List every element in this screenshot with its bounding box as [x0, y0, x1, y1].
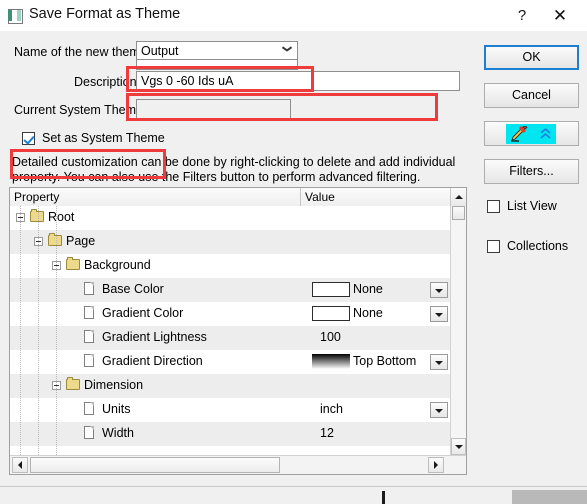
property-value: 12 [320, 426, 334, 440]
tree-guide-line [20, 206, 22, 455]
property-name: Gradient Lightness [102, 330, 207, 344]
theme-name-dropdown-panel [136, 60, 298, 70]
theme-app-icon [8, 9, 23, 24]
chevron-down-icon [435, 409, 443, 413]
value-dropdown-button[interactable] [430, 282, 448, 298]
property-value: None [353, 282, 383, 296]
value-dropdown-button[interactable] [430, 402, 448, 418]
scroll-right-button[interactable] [428, 457, 444, 473]
tree-guide-line [56, 206, 58, 455]
dialog-body: Name of the new theme: Output Descriptio… [0, 31, 587, 486]
arrow-down-icon [455, 445, 463, 449]
collections-label: Collections [507, 239, 569, 253]
column-header-value[interactable]: Value [301, 188, 451, 206]
pencil-edit-icon [506, 124, 556, 144]
table-row[interactable]: Width 12 [10, 422, 451, 446]
help-icon[interactable]: ? [509, 4, 535, 28]
table-row[interactable]: Gradient Direction Top Bottom [10, 350, 451, 374]
color-swatch[interactable] [312, 354, 350, 369]
property-value: Top Bottom [353, 354, 417, 368]
table-row[interactable]: Dimension [10, 374, 451, 398]
value-dropdown-button[interactable] [430, 306, 448, 322]
bottom-tick-marker [382, 491, 385, 504]
title-bar: Save Format as Theme ? ✕ [0, 0, 587, 32]
color-swatch[interactable] [312, 282, 350, 297]
table-row[interactable]: Gradient Color None [10, 302, 451, 326]
property-icon [84, 402, 94, 415]
close-icon[interactable]: ✕ [545, 4, 575, 28]
horizontal-scrollbar-thumb[interactable] [30, 457, 280, 473]
cancel-button[interactable]: Cancel [484, 83, 579, 108]
property-icon [84, 306, 94, 319]
property-value: inch [320, 402, 343, 416]
chevron-down-icon [283, 48, 292, 53]
value-dropdown-button[interactable] [430, 354, 448, 370]
table-row[interactable]: Base Color None [10, 278, 451, 302]
tree-header: Property Value [10, 188, 466, 206]
folder-icon [48, 233, 62, 246]
description-field-wrapper [136, 71, 460, 91]
set-as-system-theme-label: Set as System Theme [42, 131, 165, 145]
chevron-down-icon [435, 313, 443, 317]
collections-checkbox[interactable] [487, 240, 500, 253]
property-icon [84, 426, 94, 439]
property-icon [84, 330, 94, 343]
vertical-scrollbar-thumb[interactable] [452, 206, 465, 220]
scroll-up-button[interactable] [450, 188, 466, 206]
property-value: None [353, 306, 383, 320]
hint-text: Detailed customization can be done by ri… [12, 155, 456, 184]
tree-rows: Root Page Background Base Color None Gradient… [10, 206, 451, 455]
tree-vertical-scrollbar[interactable] [450, 206, 466, 455]
table-row[interactable]: Root [10, 206, 451, 230]
property-name: Root [48, 210, 75, 224]
list-view-checkbox[interactable] [487, 200, 500, 213]
property-name: Gradient Direction [102, 354, 203, 368]
description-label: Description: [74, 75, 140, 89]
table-row[interactable]: Page [10, 230, 451, 254]
arrow-up-icon [455, 195, 463, 199]
set-as-system-theme-checkbox[interactable] [22, 132, 35, 145]
property-name: Background [84, 258, 151, 272]
property-icon [84, 354, 94, 367]
description-input[interactable] [137, 72, 459, 90]
tree-guide-line [38, 206, 40, 455]
color-swatch[interactable] [312, 306, 350, 321]
property-name: Dimension [84, 378, 144, 392]
scroll-left-button[interactable] [12, 457, 28, 473]
property-name: Gradient Color [102, 306, 184, 320]
table-row[interactable]: Units inch [10, 398, 451, 422]
folder-icon [66, 377, 80, 390]
scroll-down-button[interactable] [451, 438, 466, 455]
property-tree-panel: Property Value Root Page Background Base Co… [9, 187, 467, 475]
column-header-property[interactable]: Property [10, 188, 301, 206]
table-row[interactable]: Background [10, 254, 451, 278]
chevron-down-icon [435, 289, 443, 293]
property-name: Width [102, 426, 134, 440]
property-name: Base Color [102, 282, 164, 296]
theme-name-value: Output [141, 44, 179, 58]
folder-icon [30, 209, 44, 222]
chevron-down-icon [435, 361, 443, 365]
property-icon [84, 282, 94, 295]
edit-theme-button[interactable] [484, 121, 579, 146]
current-system-theme-field [136, 99, 291, 119]
folder-icon [66, 257, 80, 270]
tree-horizontal-scrollbar[interactable] [10, 455, 466, 474]
ok-button[interactable]: OK [484, 45, 579, 70]
arrow-left-icon [18, 461, 22, 469]
current-system-theme-label: Current System Theme: [14, 103, 147, 117]
arrow-right-icon [434, 461, 438, 469]
theme-name-combobox[interactable]: Output [136, 41, 298, 60]
table-row[interactable]: Gradient Lightness 100 [10, 326, 451, 350]
list-view-label: List View [507, 199, 557, 213]
theme-name-label: Name of the new theme: [14, 45, 151, 59]
bottom-grey-block [512, 490, 587, 504]
bottom-strip [0, 486, 587, 504]
property-name: Page [66, 234, 96, 248]
filters-button[interactable]: Filters... [484, 159, 579, 184]
property-value: 100 [320, 330, 341, 344]
property-name: Units [102, 402, 131, 416]
window-title: Save Format as Theme [29, 6, 181, 22]
